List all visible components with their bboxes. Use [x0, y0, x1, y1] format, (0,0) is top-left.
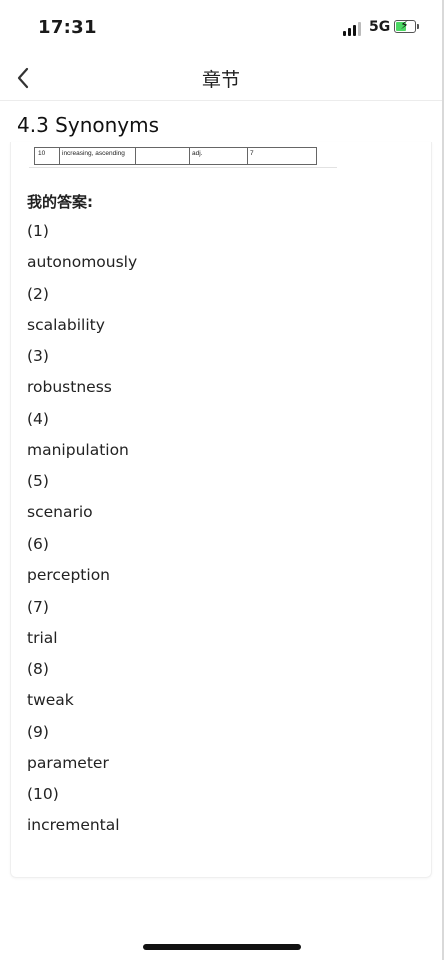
answer-text: trial [27, 628, 58, 647]
table-cell-pos: adj. [192, 150, 203, 157]
answer-number: (3) [27, 347, 49, 366]
answer-text: autonomously [27, 253, 138, 271]
answer-number: (1) [27, 222, 49, 240]
answer-list: (1) autonomously (2) scalability (3) robustne… [27, 218, 137, 844]
answer-item: (9) parameter [27, 719, 137, 782]
answer-item: (5) scenario [27, 468, 137, 531]
signal-bars-icon [343, 22, 365, 36]
answer-number: (6) [27, 534, 49, 553]
answer-text: perception [27, 565, 110, 584]
answer-number: (4) [27, 409, 49, 428]
table-cell-words: increasing, ascending [62, 150, 125, 157]
answer-item: (2) scalability [27, 281, 137, 344]
answer-text: scenario [27, 503, 93, 522]
network-type: 5G [369, 19, 391, 35]
answer-number: (2) [27, 284, 49, 303]
table-cell-num: 10 [38, 150, 46, 157]
answer-item: (10) incremental [27, 781, 137, 844]
divider [29, 167, 337, 168]
answer-number: (8) [27, 660, 49, 679]
answer-text: parameter [27, 753, 109, 772]
answer-text: scalability [27, 315, 105, 334]
answer-item: (1) autonomously [27, 218, 137, 281]
answer-text: incremental [27, 816, 120, 835]
answer-item: (8) tweak [27, 656, 137, 719]
answer-item: (6) perception [27, 531, 137, 594]
status-bar: 17:31 5G ⚡ [0, 0, 444, 56]
status-time: 17:31 [38, 17, 97, 38]
answer-number: (5) [27, 472, 49, 491]
home-indicator[interactable] [143, 944, 301, 950]
answers-heading: 我的答案: [27, 193, 93, 211]
table-cell-answer-ref: 7 [250, 150, 254, 157]
nav-bar: 章节 [0, 56, 442, 101]
answer-text: manipulation [27, 440, 129, 459]
section-title: 4.3 Synonyms [17, 113, 160, 137]
answer-number: (7) [27, 597, 49, 616]
answer-number: (9) [27, 722, 49, 741]
answer-item: (7) trial [27, 594, 137, 657]
nav-title: 章节 [201, 69, 240, 91]
table-snippet: 10 increasing, ascending adj. 7 [34, 147, 317, 165]
answer-text: robustness [27, 378, 112, 397]
answer-number: (10) [27, 785, 59, 804]
answer-item: (3) robustness [27, 343, 137, 406]
content-card: 10 increasing, ascending adj. 7 我的答案: (1… [10, 142, 432, 878]
answer-item: (4) manipulation [27, 406, 137, 469]
answer-text: tweak [27, 691, 74, 710]
battery-charging-icon: ⚡ [394, 18, 419, 33]
